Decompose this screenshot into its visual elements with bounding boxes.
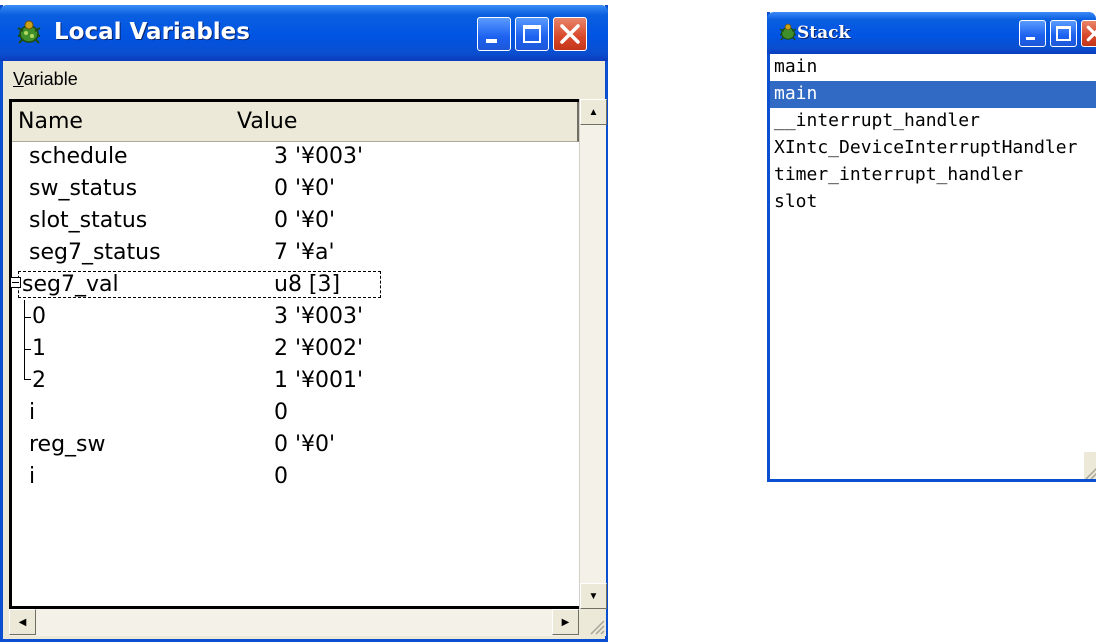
maximize-button[interactable] (515, 17, 549, 51)
scroll-left-button[interactable]: ◀ (9, 609, 36, 635)
horizontal-scrollbar[interactable]: ◀ ▶ (9, 609, 579, 636)
arrow-left-icon: ◀ (18, 616, 27, 628)
maximize-icon (523, 25, 541, 43)
variable-value: 2 '¥002' (274, 336, 364, 361)
variable-value: u8 [3] (274, 272, 341, 297)
name-column-header[interactable]: Name (18, 109, 83, 134)
stack-frame-label: main (774, 56, 818, 77)
menu-variable-mnemonic: V (13, 69, 24, 89)
variable-row[interactable]: i 0 (12, 462, 579, 492)
variable-row[interactable]: reg_sw 0 '¥0' (12, 430, 579, 460)
collapse-icon[interactable] (10, 277, 21, 288)
variables-tree[interactable]: Name Value schedule 3 '¥003' sw_status 0… (9, 99, 579, 609)
variable-name: seg7_status (29, 240, 161, 265)
variable-row[interactable]: slot_status 0 '¥0' (12, 206, 579, 236)
stack-frame-label: __interrupt_handler (774, 110, 980, 131)
vertical-scrollbar[interactable]: ▲ ▼ (579, 99, 607, 609)
variable-name: sw_status (29, 176, 138, 201)
variable-value: 0 '¥0' (274, 176, 336, 201)
stack-frame-label: main (774, 83, 818, 104)
variable-name: seg7_val (22, 272, 119, 297)
variable-name: schedule (29, 144, 128, 169)
variable-value: 0 (274, 400, 288, 425)
minimize-button[interactable] (1019, 20, 1046, 47)
maximize-button[interactable] (1050, 20, 1077, 47)
variable-value: 1 '¥001' (274, 368, 364, 393)
close-button[interactable] (553, 17, 587, 51)
resize-grip-icon[interactable] (579, 609, 606, 636)
variable-row[interactable]: schedule 3 '¥003' (12, 142, 579, 172)
variable-name: 0 (32, 304, 46, 329)
close-button[interactable] (1081, 20, 1096, 47)
close-icon (560, 24, 580, 44)
scroll-down-button[interactable]: ▼ (580, 583, 607, 609)
variable-name: 2 (32, 368, 46, 393)
stack-frame-label: slot (774, 191, 818, 212)
local-variables-title-bar[interactable]: Local Variables (0, 5, 608, 61)
stack-window: Stack main main __interrupt_handler XInt… (767, 12, 1096, 482)
scroll-right-button[interactable]: ▶ (552, 609, 579, 635)
menu-variable[interactable]: Variable (13, 69, 78, 90)
variable-row[interactable]: sw_status 0 '¥0' (12, 174, 579, 204)
menu-bar: Variable (3, 61, 605, 99)
maximize-icon (1056, 26, 1071, 41)
stack-frame[interactable]: main (770, 54, 1096, 81)
variable-name: slot_status (29, 208, 148, 233)
bug-icon (12, 17, 46, 47)
arrow-right-icon: ▶ (561, 616, 570, 628)
stack-frame-selected[interactable]: main (770, 81, 1096, 108)
variable-row[interactable]: i 0 (12, 398, 579, 428)
stack-frame[interactable]: timer_interrupt_handler (770, 162, 1096, 189)
window-title: Local Variables (54, 19, 250, 45)
variable-value: 7 '¥a' (274, 240, 335, 265)
variable-name: reg_sw (29, 432, 106, 457)
stack-frame[interactable]: __interrupt_handler (770, 108, 1096, 135)
stack-frame-label: XIntc_DeviceInterruptHandler (774, 137, 1078, 158)
variable-value: 3 '¥003' (274, 144, 364, 169)
stack-frame-label: timer_interrupt_handler (774, 164, 1024, 185)
close-icon (1086, 25, 1096, 42)
array-element-row[interactable]: 2 1 '¥001' (12, 366, 579, 396)
scroll-up-button[interactable]: ▲ (580, 99, 607, 125)
variable-row[interactable]: seg7_status 7 '¥a' (12, 238, 579, 268)
array-element-row[interactable]: 1 2 '¥002' (12, 334, 579, 364)
variable-value: 0 '¥0' (274, 432, 336, 457)
arrow-down-icon: ▼ (588, 590, 599, 602)
array-element-row[interactable]: 0 3 '¥003' (12, 302, 579, 332)
value-column-header[interactable]: Value (237, 109, 297, 134)
variable-name: 1 (32, 336, 46, 361)
minimize-icon (486, 39, 497, 43)
stack-frame[interactable]: XIntc_DeviceInterruptHandler (770, 135, 1096, 162)
minimize-button[interactable] (477, 17, 511, 51)
variable-name: i (29, 400, 36, 425)
variable-value: 0 '¥0' (274, 208, 336, 233)
stack-title-bar[interactable]: Stack (767, 12, 1096, 54)
resize-grip-icon[interactable] (1084, 452, 1096, 480)
variable-value: 0 (274, 464, 288, 489)
variable-name: i (29, 464, 36, 489)
column-header: Name Value (12, 102, 579, 142)
minimize-icon (1026, 37, 1035, 40)
variable-row-selected[interactable]: seg7_val u8 [3] (10, 270, 579, 300)
arrow-up-icon: ▲ (588, 106, 599, 118)
menu-variable-label: ariable (23, 69, 78, 89)
variable-value: 3 '¥003' (274, 304, 364, 329)
local-variables-window: Local Variables Variable Name Value sche… (0, 5, 608, 642)
stack-frame[interactable]: slot (770, 189, 1096, 216)
window-title: Stack (797, 23, 851, 43)
